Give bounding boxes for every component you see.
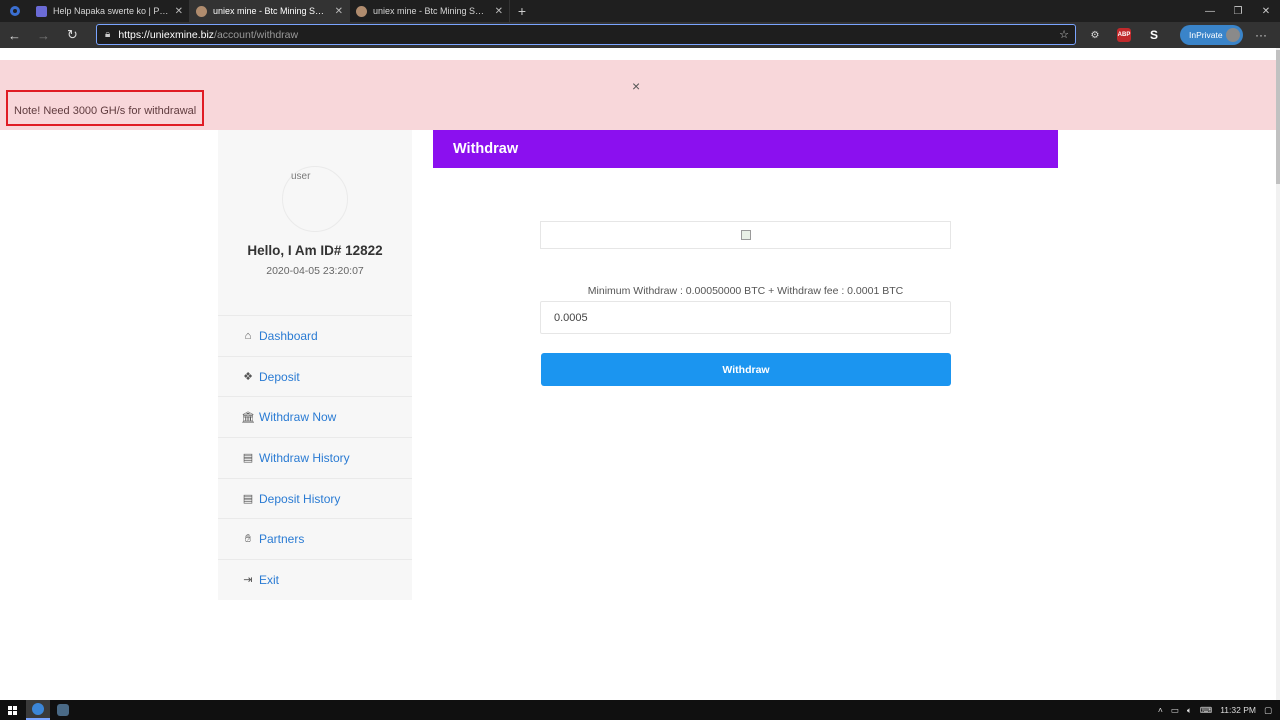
sidebar-item-exit[interactable]: ⇥ Exit	[218, 559, 412, 600]
sidebar-item-partners[interactable]: ✋︎ Partners	[218, 518, 412, 559]
start-button[interactable]	[0, 700, 24, 720]
collections-icon[interactable]: ⚙︎	[1086, 22, 1104, 48]
windows-taskbar: ˄ ▭ 🔈︎ ⌨︎ 11:32 PM ▢	[0, 700, 1280, 720]
volume-icon[interactable]: 🔈︎	[1187, 705, 1192, 716]
page-scrollbar[interactable]	[1276, 48, 1280, 700]
document-icon: ▤	[242, 493, 254, 506]
minimize-icon[interactable]: —	[1196, 0, 1224, 22]
sidebar-menu: ⌂ Dashboard ❖ Deposit 🏛︎ Withdraw Now ▤ …	[218, 315, 412, 600]
refresh-button[interactable]: ↻	[58, 22, 87, 48]
page-content: × Note! Need 3000 GH/s for withdrawal us…	[0, 48, 1280, 700]
new-tab-button[interactable]: +	[510, 0, 534, 22]
chevron-up-icon[interactable]: ˄	[1158, 705, 1163, 715]
notifications-icon[interactable]: ▢	[1264, 705, 1272, 716]
more-menu-icon[interactable]: ···	[1252, 22, 1270, 48]
site-favicon-icon	[356, 5, 367, 17]
refresh-icon: ↻	[67, 27, 78, 42]
scrollbar-thumb[interactable]	[1276, 50, 1280, 184]
browser-menu-button[interactable]	[0, 0, 30, 22]
adblock-extension[interactable]: ABP	[1115, 22, 1133, 48]
system-tray: ˄ ▭ 🔈︎ ⌨︎ 11:32 PM ▢	[1158, 700, 1280, 720]
sign-out-icon: ⇥	[243, 574, 253, 587]
sidebar-item-deposit-history[interactable]: ▤ Deposit History	[218, 477, 412, 519]
tab-help-napaka[interactable]: Help Napaka swerte ko | Page 2 ✕	[30, 0, 190, 22]
url-path: /account/withdraw	[214, 28, 299, 41]
arrow-right-icon: →	[37, 27, 50, 43]
bank-icon: 🏛︎	[241, 411, 255, 424]
clock-time[interactable]: 11:32 PM	[1220, 705, 1256, 715]
sidebar-item-withdraw-history[interactable]: ▤ Withdraw History	[218, 437, 412, 478]
close-tab-icon[interactable]: ✕	[175, 6, 183, 17]
close-tab-icon[interactable]: ✕	[335, 6, 343, 17]
browser-logo-icon	[10, 6, 20, 16]
lock-icon: 🔒︎	[105, 29, 111, 40]
cubes-icon: ❖	[243, 371, 253, 384]
address-toolbar: ← → ↻ 🔒︎ https://uniexmine.biz /account/…	[0, 22, 1280, 48]
withdraw-amount-input[interactable]	[540, 301, 951, 334]
browser-tab-bar: Help Napaka swerte ko | Page 2 ✕ uniex m…	[0, 0, 1280, 22]
app-icon	[57, 704, 69, 716]
close-tab-icon[interactable]: ✕	[495, 6, 503, 17]
arrow-left-icon: ←	[8, 27, 21, 43]
shield-favicon-icon	[36, 5, 47, 17]
tab-uniex[interactable]: uniex mine - Btc Mining Solution ✕	[350, 0, 510, 22]
sidebar-item-dashboard[interactable]: ⌂ Dashboard	[218, 315, 412, 356]
withdraw-button[interactable]: Withdraw	[541, 353, 951, 386]
taskbar-app-2[interactable]	[51, 700, 75, 720]
user-avatar: user	[282, 166, 348, 232]
tab-uniex-active[interactable]: uniex mine - Btc Mining Solution ✕	[190, 0, 350, 22]
inprivate-badge[interactable]: InPrivate	[1180, 25, 1243, 45]
user-greeting: Hello, I Am ID# 12822	[247, 243, 383, 258]
avatar	[1226, 28, 1240, 42]
minimum-withdraw-text: Minimum Withdraw : 0.00050000 BTC + With…	[587, 285, 904, 297]
window-controls: — ❐ ✕	[1196, 0, 1280, 22]
handshake-icon: ✋︎	[244, 532, 252, 545]
document-icon: ▤	[242, 452, 254, 465]
alert-close-icon[interactable]: ×	[632, 78, 640, 94]
broken-image-icon	[740, 230, 751, 240]
close-window-icon[interactable]: ✕	[1252, 0, 1280, 22]
withdraw-panel-title: Withdraw	[433, 130, 1058, 168]
sidebar-item-withdraw-now[interactable]: 🏛︎ Withdraw Now	[218, 396, 412, 437]
highlight-annotation-box	[6, 90, 204, 126]
home-icon: ⌂	[244, 329, 252, 342]
user-image-alt: user	[291, 171, 311, 182]
forward-button[interactable]: →	[29, 22, 58, 48]
edge-icon	[32, 703, 44, 715]
back-button[interactable]: ←	[0, 22, 29, 48]
restore-icon[interactable]: ❐	[1224, 0, 1252, 22]
taskbar-edge-app[interactable]	[26, 700, 50, 720]
address-input[interactable]: 🔒︎ https://uniexmine.biz /account/withdr…	[96, 24, 1076, 45]
withdraw-image	[540, 221, 951, 249]
user-joined-date: 2020-04-05 23:20:07	[266, 265, 364, 277]
language-icon[interactable]: ⌨︎	[1200, 705, 1212, 716]
s-extension-icon[interactable]: S	[1145, 22, 1163, 48]
windows-logo-icon	[7, 705, 17, 715]
site-favicon-icon	[196, 5, 207, 17]
adblock-icon: ABP	[1117, 28, 1131, 42]
url-host: https://uniexmine.biz	[118, 28, 215, 41]
account-sidebar: user Hello, I Am ID# 12822 2020-04-05 23…	[218, 130, 412, 600]
sidebar-item-deposit[interactable]: ❖ Deposit	[218, 355, 412, 397]
network-icon[interactable]: ▭	[1171, 705, 1179, 716]
favorite-star-icon[interactable]: ☆	[1059, 28, 1069, 41]
